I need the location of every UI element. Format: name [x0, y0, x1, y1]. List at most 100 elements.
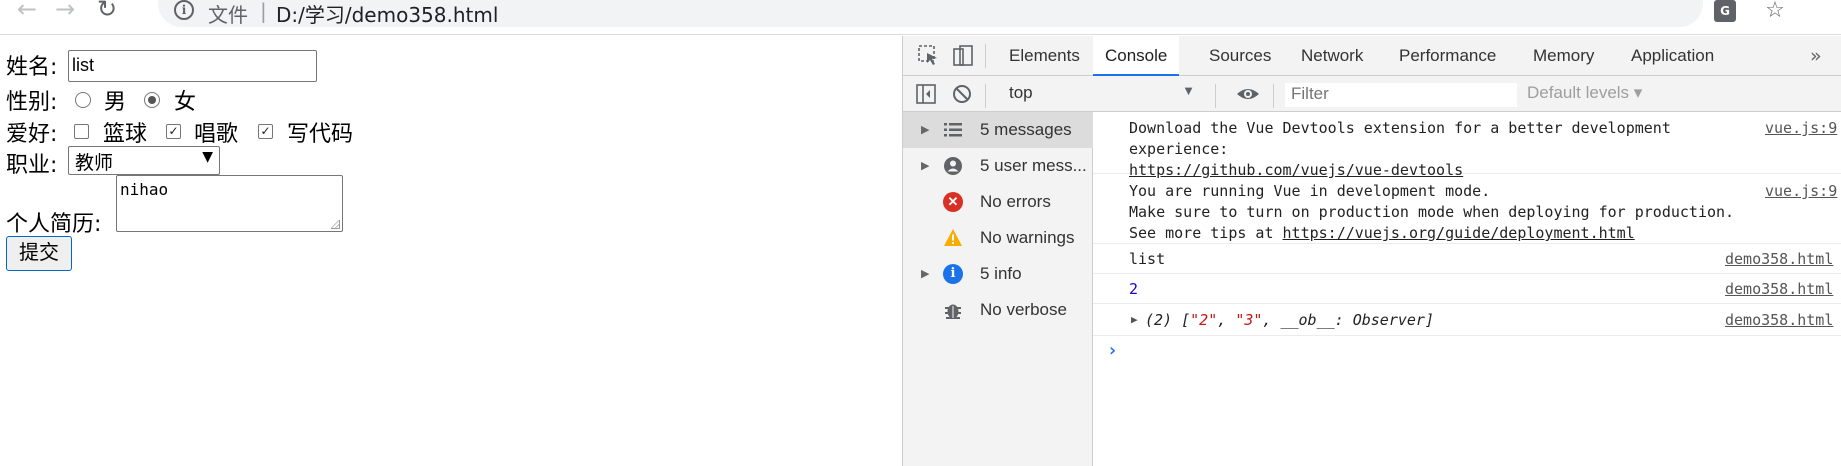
tab-console[interactable]: Console	[1093, 36, 1180, 76]
message-text: You are running Vue in development mode.	[1129, 182, 1491, 200]
inspect-element-icon[interactable]	[917, 44, 941, 68]
device-toolbar-icon[interactable]	[951, 44, 975, 68]
message-text: See more tips at https://vuejs.org/guide…	[1129, 224, 1635, 242]
star-icon[interactable]: ☆	[1761, 0, 1789, 25]
message-source-link[interactable]: demo358.html	[1725, 311, 1833, 329]
sidebar-item-label: No verbose	[980, 300, 1067, 319]
site-info-icon[interactable]: i	[174, 0, 194, 20]
address-bar[interactable]: i 文件 | D:/学习/demo358.html	[158, 0, 1703, 27]
hobby-label-singing: 唱歌	[194, 122, 239, 147]
user-icon	[944, 157, 962, 175]
bug-icon	[945, 304, 961, 319]
tab-sources[interactable]: Sources	[1207, 36, 1273, 76]
hobby-checkbox-coding[interactable]: ✓	[258, 124, 273, 139]
array-prefix: (2) [	[1145, 311, 1191, 329]
sidebar-item-messages[interactable]: ▶ 5 messages	[903, 112, 1093, 148]
context-value: top	[1009, 83, 1033, 102]
default-levels-dropdown[interactable]: Default levels ▾	[1527, 83, 1642, 103]
page-content: 姓名: list 性别: 男 女 爱好: 篮球 ✓ 唱歌 ✓ 写代码 职业: 教…	[0, 36, 902, 466]
sidebar-item-label: No warnings	[980, 228, 1075, 247]
reload-icon[interactable]: ↻	[92, 0, 122, 24]
message-link[interactable]: https://vuejs.org/guide/deployment.html	[1283, 224, 1635, 242]
devtools-panel: Elements Console Sources Network Perform…	[902, 36, 1841, 466]
array-comma: ,	[1262, 311, 1281, 329]
address-separator: |	[260, 0, 267, 23]
filter-input[interactable]: Filter	[1285, 83, 1517, 107]
resize-handle-icon[interactable]	[331, 220, 340, 229]
sidebar-item-info[interactable]: ▶ i 5 info	[903, 256, 1093, 292]
resume-value: nihao	[120, 180, 169, 199]
array-comma: ,	[1217, 311, 1236, 329]
expand-triangle-icon[interactable]: ▶	[921, 112, 929, 148]
hobby-label-coding: 写代码	[287, 122, 354, 147]
name-label: 姓名:	[6, 55, 58, 80]
url-text[interactable]: D:/学习/demo358.html	[276, 0, 498, 28]
eye-icon[interactable]	[1235, 83, 1261, 105]
tab-memory[interactable]: Memory	[1531, 36, 1596, 76]
translate-icon[interactable]: G	[1714, 0, 1736, 22]
expand-triangle-icon[interactable]: ▶	[921, 256, 929, 292]
message-text: experience:	[1129, 140, 1229, 158]
job-label: 职业:	[6, 153, 58, 178]
gender-option-female: 女	[174, 90, 197, 115]
submit-button[interactable]: 提交	[6, 236, 72, 271]
console-toolbar: top ▼ Filter Default levels ▾	[903, 76, 1841, 112]
sidebar-item-label: 5 info	[980, 264, 1022, 283]
list-icon	[944, 123, 962, 137]
gender-option-male: 男	[104, 90, 127, 115]
job-select[interactable]: 教师 ▼	[68, 146, 220, 175]
toolbar-divider	[1273, 84, 1274, 108]
message-number: 2	[1129, 280, 1139, 298]
tab-network[interactable]: Network	[1299, 36, 1365, 76]
hobby-label-basketball: 篮球	[103, 122, 148, 147]
resume-textarea[interactable]: nihao	[116, 175, 343, 232]
expand-triangle-icon[interactable]: ▶	[1131, 313, 1138, 326]
resume-label: 个人简历:	[6, 212, 102, 237]
forward-icon[interactable]: →	[50, 0, 80, 24]
console-message: ▶ (2) ["2", "3", __ob__: Observer] demo3…	[1093, 304, 1841, 336]
gender-label: 性别:	[6, 90, 58, 115]
toolbar-divider	[1215, 84, 1216, 108]
array-rest: __ob__: Observer]	[1280, 311, 1434, 329]
tab-performance[interactable]: Performance	[1397, 36, 1498, 76]
sidebar-item-label: No errors	[980, 192, 1051, 211]
message-text: Make sure to turn on production mode whe…	[1129, 203, 1735, 221]
tab-application[interactable]: Application	[1629, 36, 1716, 76]
sidebar-toggle-icon[interactable]	[915, 83, 937, 105]
console-sidebar: ▶ 5 messages ▶ 5 user mess... ✕ No error…	[903, 112, 1093, 466]
console-prompt-icon[interactable]: ›	[1107, 340, 1118, 361]
gender-row: 性别:	[6, 84, 57, 116]
message-array[interactable]: (2) ["2", "3", __ob__: Observer]	[1145, 311, 1434, 329]
gender-radio-female[interactable]	[144, 92, 160, 108]
name-input[interactable]: list	[68, 50, 317, 82]
chevron-down-icon: ▼	[202, 149, 213, 165]
console-message: list demo358.html	[1093, 244, 1841, 274]
tab-elements[interactable]: Elements	[1007, 36, 1082, 76]
name-row: 姓名:	[6, 49, 57, 81]
array-item: "2"	[1190, 311, 1218, 329]
gender-radio-male[interactable]	[75, 92, 91, 108]
expand-triangle-icon[interactable]: ▶	[921, 148, 929, 184]
toolbar-divider	[985, 84, 986, 108]
resume-row: 个人简历:	[6, 206, 101, 238]
message-source-link[interactable]: demo358.html	[1725, 250, 1833, 268]
sidebar-item-user-messages[interactable]: ▶ 5 user mess...	[903, 148, 1093, 184]
hobby-checkbox-singing[interactable]: ✓	[166, 124, 181, 139]
job-select-value: 教师	[75, 152, 114, 174]
context-select[interactable]: top ▼	[1009, 83, 1195, 105]
sidebar-item-verbose[interactable]: No verbose	[903, 292, 1093, 328]
array-item: "3"	[1235, 311, 1263, 329]
hobby-checkbox-basketball[interactable]	[74, 124, 89, 139]
message-prefix: See more tips at	[1129, 224, 1283, 242]
message-source-link[interactable]: demo358.html	[1725, 280, 1833, 298]
back-icon[interactable]: ←	[12, 0, 42, 24]
sidebar-item-errors[interactable]: ✕ No errors	[903, 184, 1093, 220]
chevron-down-icon: ▼	[1182, 83, 1195, 98]
message-text: Download the Vue Devtools extension for …	[1129, 119, 1671, 137]
more-tabs-icon[interactable]: »	[1810, 36, 1822, 76]
sidebar-item-warnings[interactable]: No warnings	[903, 220, 1093, 256]
hobby-label: 爱好:	[6, 122, 58, 147]
message-source-link[interactable]: vue.js:9	[1765, 119, 1837, 137]
clear-console-icon[interactable]	[951, 83, 973, 105]
message-source-link[interactable]: vue.js:9	[1765, 182, 1837, 200]
